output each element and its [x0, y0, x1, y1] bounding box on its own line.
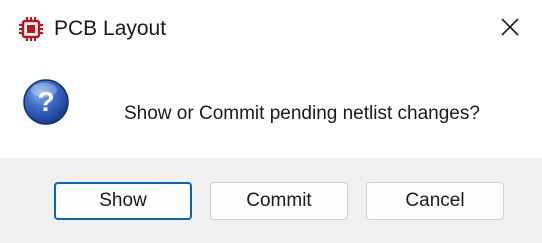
title-bar[interactable]: PCB Layout — [0, 0, 542, 58]
dialog-window: PCB Layout ? Show or Commit pending netl… — [0, 0, 542, 243]
chip-icon — [18, 16, 44, 42]
dialog-message: Show or Commit pending netlist changes? — [124, 103, 480, 124]
commit-button[interactable]: Commit — [210, 182, 348, 220]
window-title: PCB Layout — [54, 17, 167, 40]
show-button[interactable]: Show — [54, 182, 192, 220]
svg-text:?: ? — [37, 86, 54, 117]
cancel-button[interactable]: Cancel — [366, 182, 504, 220]
close-button[interactable] — [490, 10, 530, 48]
close-icon — [500, 17, 520, 42]
dialog-content: ? Show or Commit pending netlist changes… — [0, 58, 542, 158]
question-icon: ? — [22, 78, 70, 126]
button-bar: Show Commit Cancel — [0, 158, 542, 243]
